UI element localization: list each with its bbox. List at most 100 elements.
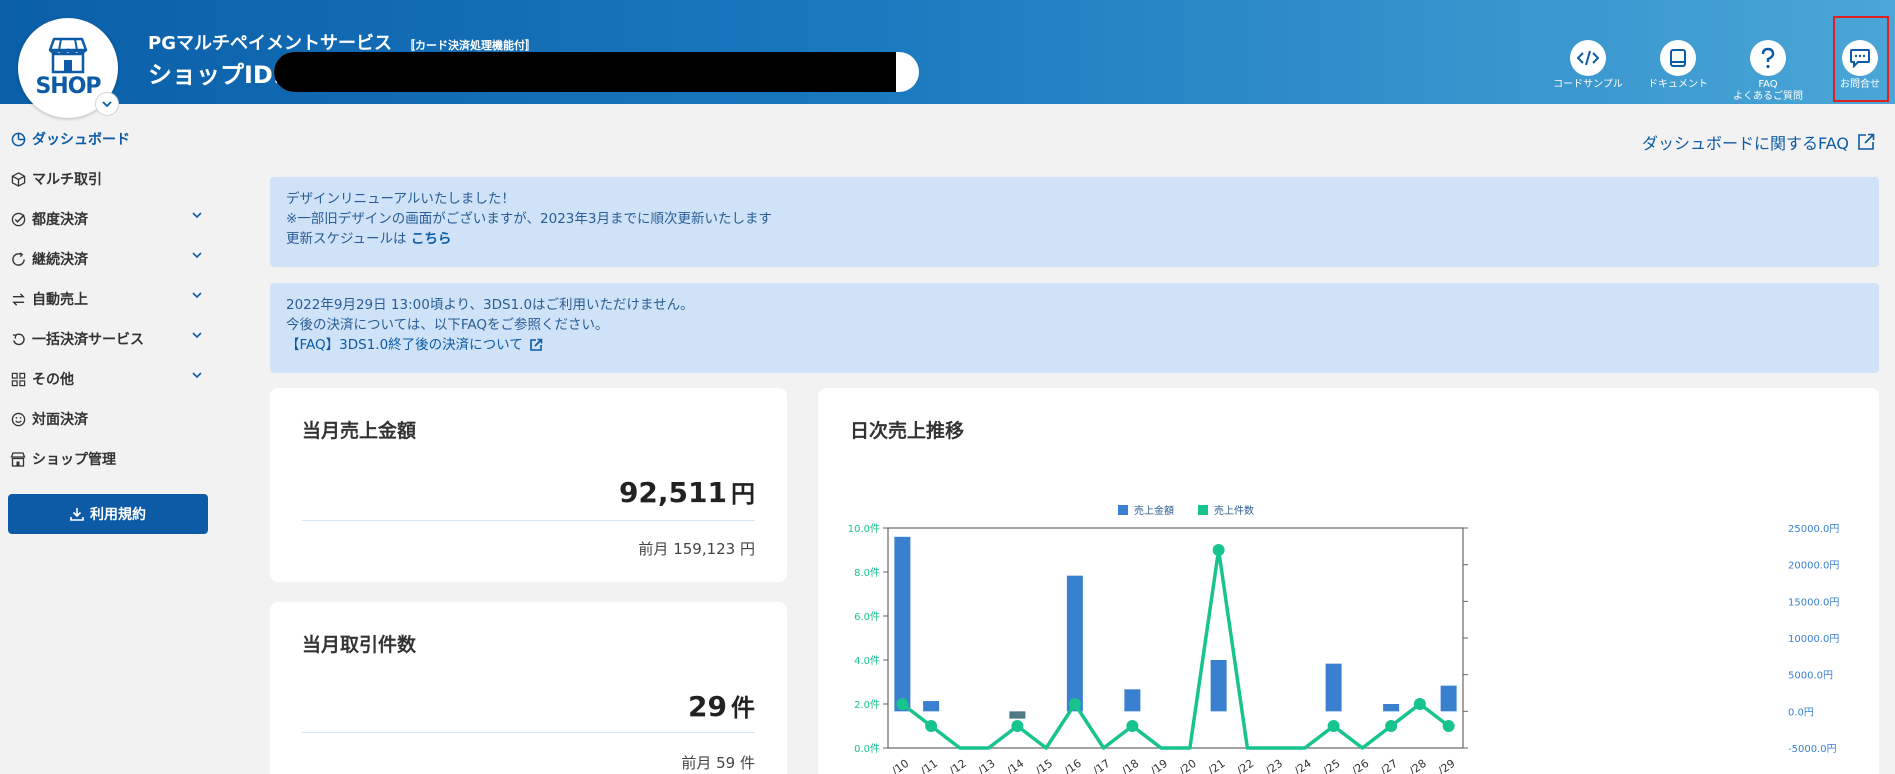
monthly-count-value: 29 件 xyxy=(688,690,755,723)
sales-bar xyxy=(1383,704,1400,712)
book-icon xyxy=(1670,49,1686,67)
right-axis-tick-label: 10000.0円 xyxy=(1788,634,1839,645)
x-tick-label: /17 xyxy=(1091,757,1113,774)
document-button[interactable]: ドキュメント xyxy=(1630,40,1726,91)
schedule-link[interactable]: こちら xyxy=(411,231,452,247)
dashboard-faq-link[interactable]: ダッシュボードに関するFAQ xyxy=(1642,130,1875,154)
left-axis-tick-label: 8.0件 xyxy=(854,567,880,579)
sidebar-item-shop-management[interactable]: ショップ管理 xyxy=(10,444,210,474)
sidebar-item-in-person-payment[interactable]: 対面決済 xyxy=(10,404,210,434)
sales-bar xyxy=(1210,660,1227,712)
count-point xyxy=(1442,720,1455,732)
x-tick-label: /21 xyxy=(1206,757,1228,774)
x-tick-label: /22 xyxy=(1234,757,1256,774)
sidebar-item-auto-sales[interactable]: 自動売上 xyxy=(10,284,210,314)
x-tick-label: /23 xyxy=(1263,757,1285,774)
count-point xyxy=(925,720,938,732)
sidebar-item-label: 対面決済 xyxy=(32,412,88,428)
legend-swatch-line xyxy=(1198,505,1208,515)
count-point xyxy=(1413,698,1426,710)
sales-bar xyxy=(1124,689,1141,712)
legend-swatch-bar xyxy=(1118,505,1128,515)
count-point xyxy=(1385,720,1398,732)
right-axis-tick-label: 5000.0円 xyxy=(1788,671,1833,682)
x-tick-label: /12 xyxy=(947,757,969,774)
daily-sales-chart-card: 日次売上推移 0.0件 2.0件 4.0件 6.0件 8.0件 10.0件 -5000.0円… xyxy=(818,388,1879,774)
app-header: SHOP PGマルチペイメントサービス 〚カード決済処理機能付〛 ショップID: … xyxy=(0,0,1895,118)
code-sample-button[interactable]: コードサンプル xyxy=(1540,40,1636,91)
faq-button[interactable]: FAQ よくあるご質問 xyxy=(1720,40,1816,103)
sidebar-item-label: 継続決済 xyxy=(32,252,88,268)
sidebar-item-label: その他 xyxy=(32,372,74,388)
chevron-down-icon xyxy=(192,212,202,219)
plot-frame xyxy=(887,527,1464,749)
service-name: PGマルチペイメントサービス xyxy=(148,33,392,54)
count-point xyxy=(1327,720,1340,732)
sales-bar xyxy=(1325,663,1342,712)
count-point xyxy=(1126,720,1139,732)
x-tick-label: /15 xyxy=(1033,757,1055,774)
external-link-icon xyxy=(529,338,543,351)
sidebar-item-bulk-payment[interactable]: 一括決済サービス xyxy=(10,324,210,354)
x-tick-label: /26 xyxy=(1349,757,1371,774)
sidebar-item-label: 都度決済 xyxy=(32,212,88,228)
recurring-icon xyxy=(11,251,25,266)
sidebar-menu: ダッシュボード マルチ取引 都度決済 継続決済 自動売上 一括決済サービス その… xyxy=(0,104,220,774)
sidebar-item-multi-transaction[interactable]: マルチ取引 xyxy=(10,164,210,194)
left-axis-tick-label: 4.0件 xyxy=(854,655,880,667)
right-axis-tick-label: 20000.0円 xyxy=(1788,561,1839,572)
left-axis-tick-label: 0.0件 xyxy=(854,743,880,755)
notice-line: 2022年9月29日 13:00頃より、3DS1.0はご利用いただけません。 xyxy=(286,297,694,313)
left-axis-tick-label: 2.0件 xyxy=(854,699,880,711)
chevron-down-icon xyxy=(192,292,202,299)
sidebar-item-recurring-payment[interactable]: 継続決済 xyxy=(10,244,210,274)
renewal-notice: デザインリニューアルいたしました！ ※一部旧デザインの画面がございますが、202… xyxy=(270,177,1879,267)
question-icon xyxy=(1761,47,1775,69)
x-tick-label: /18 xyxy=(1119,757,1141,774)
sidebar-item-dashboard[interactable]: ダッシュボード xyxy=(10,124,210,154)
sidebar-item-label: マルチ取引 xyxy=(32,172,102,188)
cube-icon xyxy=(11,171,25,187)
terms-download-button[interactable]: 利用規約 xyxy=(8,494,208,534)
sidebar-item-label: ショップ管理 xyxy=(32,452,116,468)
x-tick-label: /14 xyxy=(1004,757,1026,774)
chevron-down-icon xyxy=(192,332,202,339)
monthly-sales-value: 92,511 円 xyxy=(618,476,755,509)
code-sample-label: コードサンプル xyxy=(1553,79,1623,90)
sidebar-item-other[interactable]: その他 xyxy=(10,364,210,394)
count-point xyxy=(896,698,909,710)
right-axis-tick-label: 0.0円 xyxy=(1788,707,1814,718)
external-link-icon xyxy=(1858,133,1875,150)
x-tick-label: /19 xyxy=(1148,757,1170,774)
card-title: 当月取引件数 xyxy=(302,634,417,656)
highlight-frame xyxy=(1833,16,1889,102)
card-title: 当月売上金額 xyxy=(302,420,417,442)
right-axis-tick-label: 25000.0円 xyxy=(1788,524,1839,535)
x-tick-label: /20 xyxy=(1177,757,1199,774)
download-icon xyxy=(70,508,84,521)
sidebar-item-one-time-payment[interactable]: 都度決済 xyxy=(10,204,210,234)
x-tick-label: /27 xyxy=(1378,757,1400,774)
redacted-block xyxy=(274,52,896,92)
sales-bar xyxy=(1440,685,1457,712)
prev-month-sales: 前月 159,123 円 xyxy=(638,540,755,558)
notice-line: デザインリニューアルいたしました！ xyxy=(286,191,515,207)
terms-label: 利用規約 xyxy=(90,507,146,523)
code-icon xyxy=(1577,50,1599,66)
x-tick-label: /13 xyxy=(976,757,998,774)
x-tick-label: /28 xyxy=(1407,757,1429,774)
count-point xyxy=(1212,544,1225,556)
sidebar-item-label: ダッシュボード xyxy=(32,132,130,148)
count-point xyxy=(1068,698,1081,710)
sales-bar xyxy=(894,536,911,712)
3ds-notice: 2022年9月29日 13:00頃より、3DS1.0はご利用いただけません。 今… xyxy=(270,283,1879,373)
shop-id-value xyxy=(274,52,919,92)
sales-bar xyxy=(1009,711,1026,719)
swap-icon xyxy=(11,292,25,306)
divider xyxy=(302,732,755,733)
store-icon xyxy=(48,37,88,74)
sales-bar xyxy=(923,701,940,712)
dashboard-icon xyxy=(11,132,25,146)
3ds-faq-link[interactable]: 【FAQ】3DS1.0終了後の決済について xyxy=(286,335,543,355)
shop-id-label: ショップID: xyxy=(148,61,283,89)
